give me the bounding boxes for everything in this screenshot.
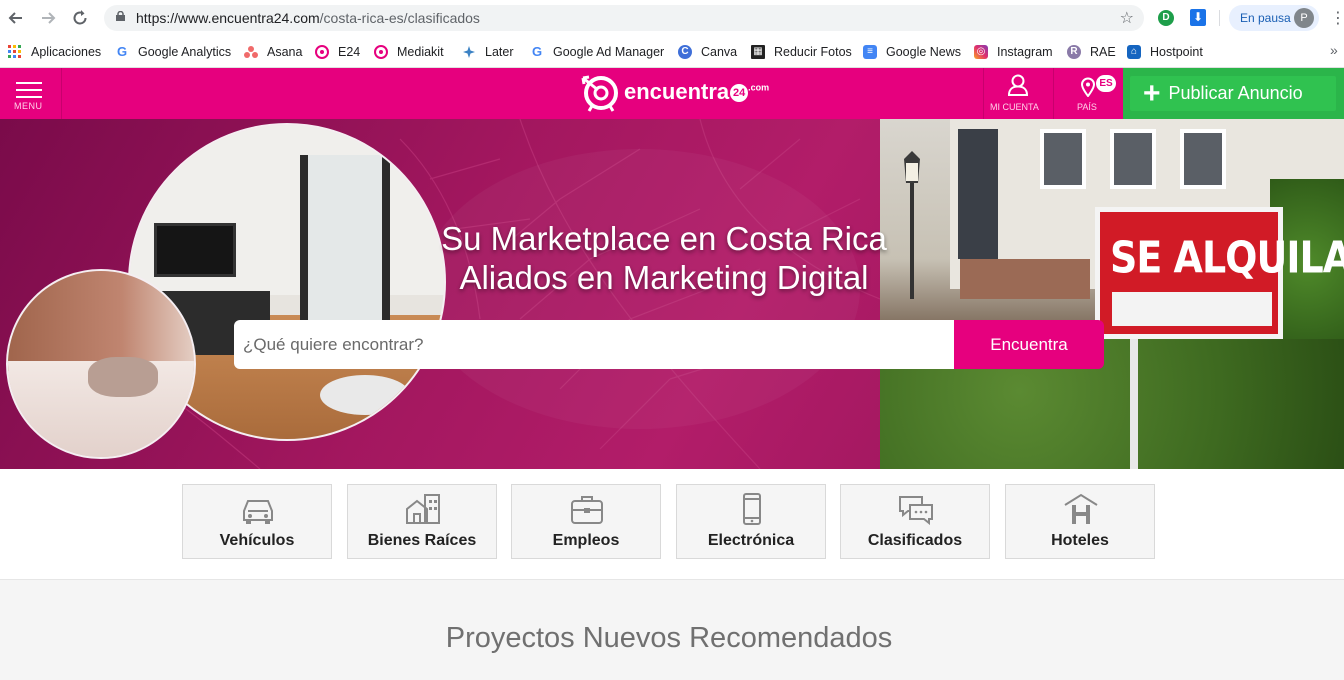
house-icon bbox=[406, 494, 440, 524]
section-title: Proyectos Nuevos Recomendados bbox=[445, 622, 893, 654]
bookmark-rae[interactable]: R RAE bbox=[1067, 42, 1116, 62]
bookmarks-bar: Aplicaciones G Google Analytics Asana E24… bbox=[0, 36, 1344, 68]
bookmark-e24[interactable]: E24 bbox=[315, 42, 360, 62]
menu-button[interactable]: MENU bbox=[0, 68, 62, 119]
category-label: Empleos bbox=[552, 532, 620, 549]
bookmark-reducir-fotos[interactable]: ▦ Reducir Fotos bbox=[751, 42, 852, 62]
briefcase-icon bbox=[571, 496, 603, 524]
rae-icon: R bbox=[1067, 45, 1081, 59]
download-extension-icon[interactable]: ⬇ bbox=[1190, 9, 1206, 26]
language-badge: ES bbox=[1096, 75, 1116, 92]
bookmark-later[interactable]: Later bbox=[462, 42, 514, 62]
category-label: Bienes Raíces bbox=[367, 532, 477, 549]
browser-toolbar: https://www.encuentra24.com/costa-rica-e… bbox=[0, 0, 1344, 36]
lock-icon bbox=[116, 11, 125, 21]
category-electronica[interactable]: Electrónica bbox=[676, 484, 826, 559]
hostpoint-icon: ⌂ bbox=[1127, 45, 1141, 59]
google-icon: G bbox=[531, 44, 543, 59]
bookmark-google-ad-manager[interactable]: G Google Ad Manager bbox=[530, 42, 664, 62]
category-bar: Vehículos Bienes Raíces Empleos Electrón… bbox=[0, 469, 1344, 580]
browser-menu-icon[interactable]: ⋮ bbox=[1330, 8, 1344, 28]
sync-paused-button[interactable]: En pausa P bbox=[1229, 5, 1319, 31]
e24-icon bbox=[374, 45, 388, 59]
category-label: Vehículos bbox=[219, 532, 295, 549]
bookmark-canva[interactable]: C Canva bbox=[678, 42, 737, 62]
country-selector[interactable]: ES PAÍS bbox=[1054, 68, 1120, 119]
location-pin-icon bbox=[1080, 77, 1096, 97]
back-arrow-icon[interactable] bbox=[6, 8, 26, 28]
hero-banner: SE ALQUILA Su Marketplace en Costa Rica … bbox=[0, 119, 1344, 469]
reload-icon[interactable] bbox=[70, 8, 90, 28]
search-placeholder: ¿Qué quiere encontrar? bbox=[243, 335, 424, 354]
profile-avatar: P bbox=[1294, 8, 1314, 28]
bookmark-google-news[interactable]: ≡ Google News bbox=[863, 42, 961, 62]
category-bienes-raices[interactable]: Bienes Raíces bbox=[347, 484, 497, 559]
later-icon bbox=[462, 45, 476, 59]
toolbar-divider bbox=[1219, 10, 1220, 26]
bookmark-star-icon[interactable]: ☆ bbox=[1120, 8, 1134, 28]
category-hoteles[interactable]: Hoteles bbox=[1005, 484, 1155, 559]
bedroom-photo bbox=[6, 269, 196, 459]
bookmark-instagram[interactable]: ◎ Instagram bbox=[974, 42, 1053, 62]
apps-grid-icon bbox=[8, 45, 22, 59]
logo-text: encuentra 24 .com bbox=[624, 79, 770, 104]
country-label: PAÍS bbox=[1077, 102, 1097, 112]
target-logo-icon bbox=[581, 75, 618, 112]
category-empleos[interactable]: Empleos bbox=[511, 484, 661, 559]
publish-ad-area: + Publicar Anuncio bbox=[1123, 68, 1344, 119]
phone-icon bbox=[743, 493, 761, 525]
bookmark-mediakit[interactable]: Mediakit bbox=[374, 42, 444, 62]
url-text: https://www.encuentra24.com/costa-rica-e… bbox=[136, 10, 480, 26]
bookmark-hostpoint[interactable]: ⌂ Hostpoint bbox=[1127, 42, 1203, 62]
pause-label: En pausa bbox=[1240, 11, 1291, 25]
category-label: Electrónica bbox=[707, 532, 795, 549]
forward-arrow-icon[interactable] bbox=[38, 8, 58, 28]
asana-icon bbox=[244, 45, 258, 59]
site-logo[interactable]: encuentra 24 .com bbox=[580, 72, 769, 112]
category-vehiculos[interactable]: Vehículos bbox=[182, 484, 332, 559]
category-label: Hoteles bbox=[1051, 532, 1109, 549]
chat-bubbles-icon bbox=[899, 496, 933, 525]
hamburger-icon bbox=[16, 82, 42, 103]
plus-icon: + bbox=[1143, 76, 1161, 110]
publish-ad-button[interactable]: + Publicar Anuncio bbox=[1130, 76, 1336, 111]
my-account-button[interactable]: MI CUENTA bbox=[984, 68, 1052, 119]
menu-label: MENU bbox=[14, 101, 43, 111]
category-label: Clasificados bbox=[867, 532, 963, 549]
bookmark-google-analytics[interactable]: G Google Analytics bbox=[115, 42, 231, 62]
hero-title: Su Marketplace en Costa Rica Aliados en … bbox=[441, 220, 887, 296]
search-input[interactable]: ¿Qué quiere encontrar? bbox=[234, 320, 954, 369]
site-header: MENU encuentra 24 .com MI CUENTA ES PAÍS +… bbox=[0, 68, 1344, 119]
canva-icon: C bbox=[678, 45, 692, 59]
publish-ad-label: Publicar Anuncio bbox=[1168, 83, 1303, 103]
my-account-label: MI CUENTA bbox=[990, 102, 1039, 112]
bookmark-aplicaciones[interactable]: Aplicaciones bbox=[8, 42, 101, 62]
category-clasificados[interactable]: Clasificados bbox=[840, 484, 990, 559]
search-button[interactable]: Encuentra bbox=[954, 320, 1104, 369]
e24-icon bbox=[315, 45, 329, 59]
hotel-icon bbox=[1064, 493, 1098, 524]
extension-green-icon[interactable]: D bbox=[1158, 10, 1174, 26]
car-icon bbox=[243, 500, 273, 524]
bookmark-asana[interactable]: Asana bbox=[244, 42, 302, 62]
instagram-icon: ◎ bbox=[974, 45, 988, 59]
user-icon bbox=[1008, 74, 1028, 96]
address-bar[interactable]: https://www.encuentra24.com/costa-rica-e… bbox=[104, 5, 1144, 31]
google-news-icon: ≡ bbox=[863, 45, 877, 59]
photo-icon: ▦ bbox=[751, 45, 765, 59]
google-icon: G bbox=[116, 44, 128, 59]
bookmarks-overflow-icon[interactable]: » bbox=[1330, 42, 1338, 58]
